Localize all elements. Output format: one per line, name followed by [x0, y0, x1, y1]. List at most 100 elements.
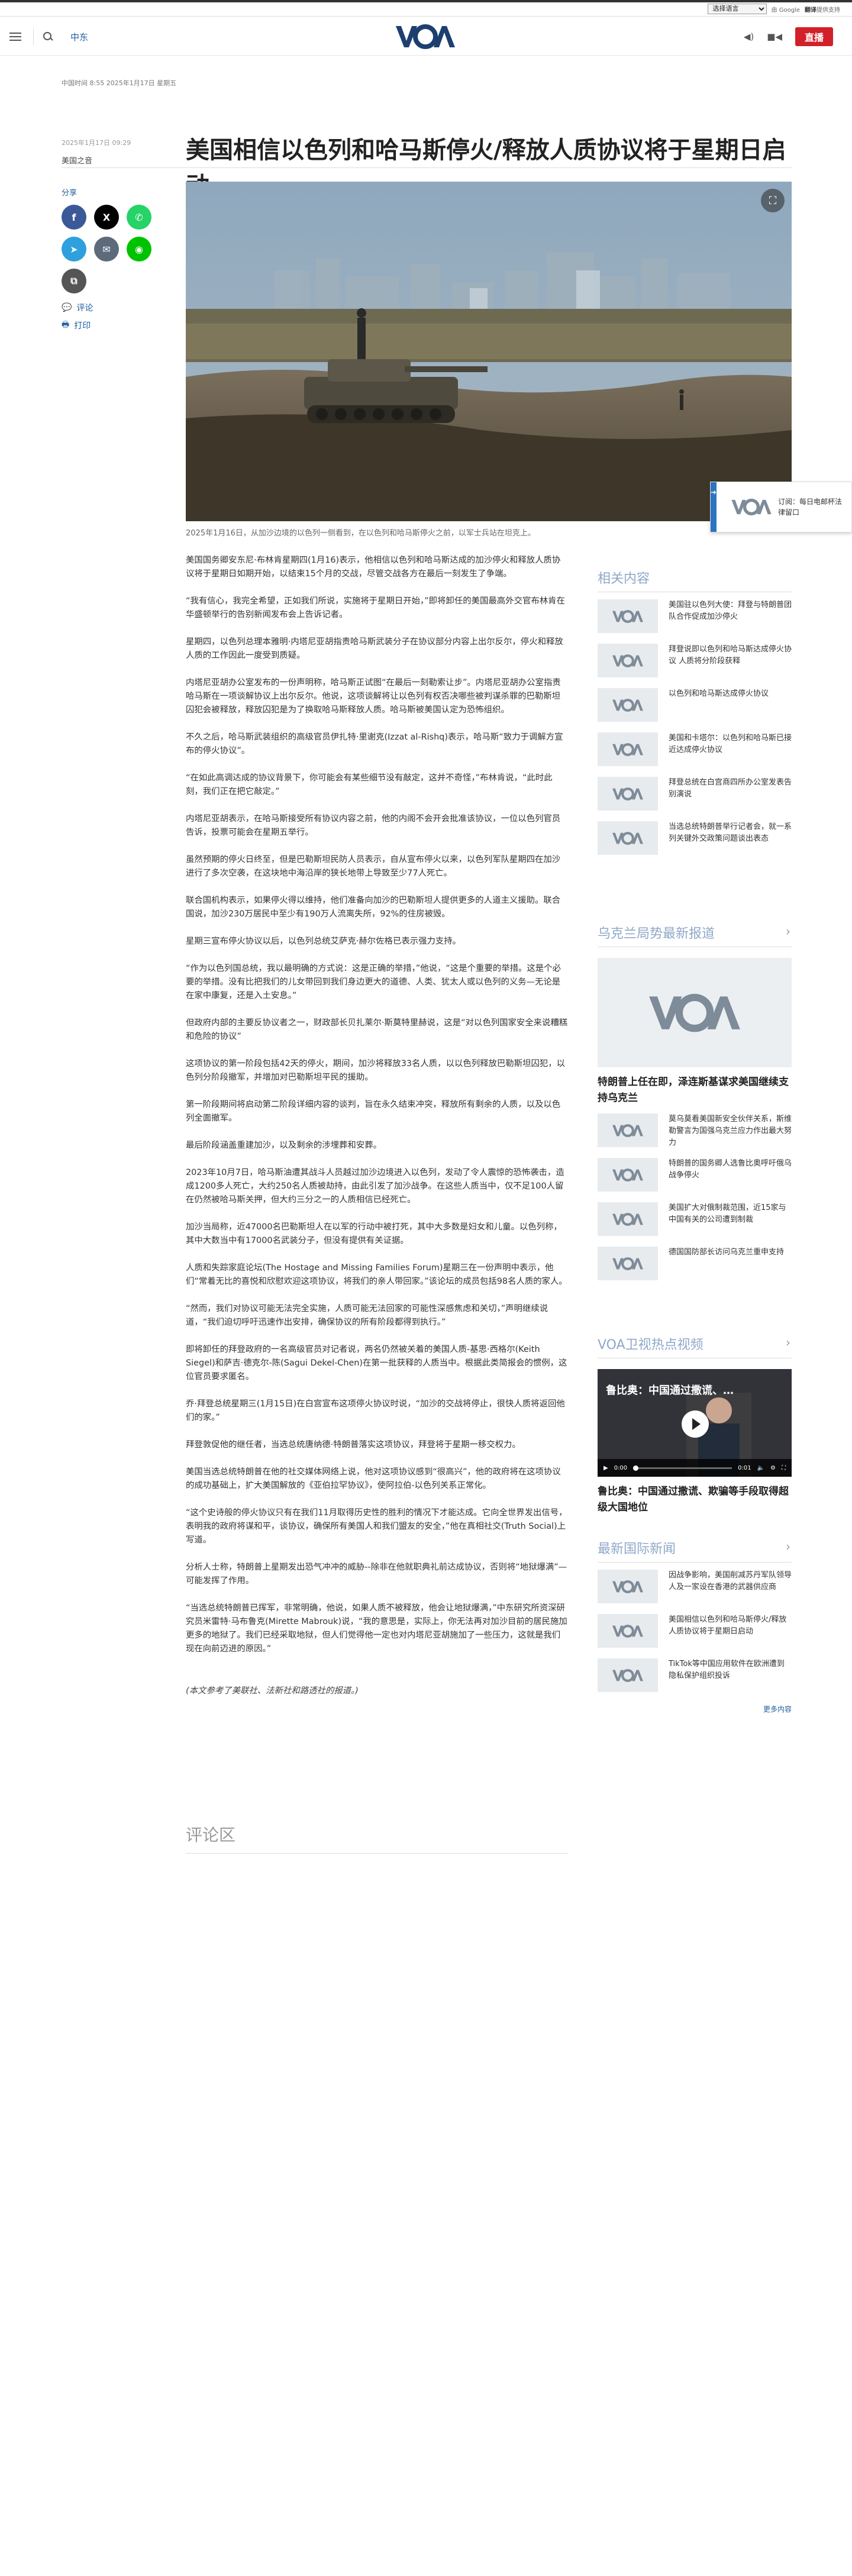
news-heading[interactable]: 最新国际新闻 ›: [598, 1538, 792, 1563]
sidebar-item-title[interactable]: 美国扩大对俄制裁范围，近15家与中国有关的公司遭到制裁: [669, 1202, 792, 1226]
header-divider: [33, 28, 34, 45]
share-row: ➤ ✉ ◉: [62, 237, 156, 262]
sidebar-item-title[interactable]: TikTok等中国应用软件在欧洲遭到隐私保护组织投诉: [669, 1658, 792, 1682]
sidebar-item-title[interactable]: 因战争影响，美国削减苏丹军队领导人及一家设在香港的武器供应商: [669, 1570, 792, 1593]
sidebar-thumbnail[interactable]: [598, 1570, 658, 1603]
sidebar-item[interactable]: 拜登说即以色列和哈马斯达成停火协议 人质将分阶段获释: [598, 644, 792, 681]
play-icon[interactable]: [682, 1410, 709, 1438]
sidebar-thumbnail[interactable]: [598, 688, 658, 722]
sidebar-item-title[interactable]: 美国和卡塔尔：以色列和哈马斯已接近达成停火协议: [669, 732, 792, 756]
sidebar-thumbnail[interactable]: [598, 732, 658, 766]
share-row: f X ✆: [62, 205, 156, 230]
facebook-icon[interactable]: f: [62, 205, 86, 230]
sidebar-thumbnail[interactable]: [598, 1658, 658, 1692]
sidebar-thumbnail[interactable]: [598, 777, 658, 811]
sidebar-item[interactable]: 德国国防部长访问乌克兰重申支持: [598, 1247, 792, 1284]
author[interactable]: 美国之音: [62, 154, 92, 166]
video-player-title: 鲁比奥：中国通过撒谎、…: [606, 1384, 734, 1397]
menu-icon[interactable]: [8, 31, 22, 43]
related-section: 相关内容 美国驻以色列大使：拜登与特朗普团队合作促成加沙停火 拜登说即以色列和哈马…: [598, 568, 792, 858]
telegram-icon[interactable]: ➤: [62, 237, 86, 262]
chevron-right-icon[interactable]: ›: [786, 924, 790, 938]
body-paragraph: 星期四，以色列总理本雅明·内塔尼亚胡指责哈马斯武装分子在协议部分内容上出尔反尔，…: [186, 637, 563, 660]
sidebar-item-title[interactable]: 拜登说即以色列和哈马斯达成停火协议 人质将分阶段获释: [669, 644, 792, 667]
translate-label: 翻译: [805, 7, 816, 14]
feature-title[interactable]: 特朗普上任在即，泽连斯基谋求美国继续支持乌克兰: [598, 1074, 792, 1106]
sidebar-item[interactable]: 特朗普的国务卿人选鲁比奥呼吁俄乌战争停火: [598, 1158, 792, 1195]
sidebar-thumbnail[interactable]: [598, 1202, 658, 1236]
sidebar-thumbnail[interactable]: [598, 821, 658, 855]
sidebar-item-title[interactable]: 当选总统特朗普举行记者会，就一系列关键外交政策问题谈出表态: [669, 821, 792, 845]
chevron-right-icon[interactable]: ›: [786, 1335, 790, 1350]
sidebar-item-title[interactable]: 美国驻以色列大使：拜登与特朗普团队合作促成加沙停火: [669, 599, 792, 623]
print-link[interactable]: 🖶 打印: [62, 318, 156, 333]
copy-link-icon[interactable]: ⧉: [62, 269, 86, 293]
sidebar-item-title[interactable]: 美国相信以色列和哈马斯停火/释放人质协议将于星期日启动: [669, 1614, 792, 1638]
sidebar-thumbnail[interactable]: [598, 1158, 658, 1192]
section-link[interactable]: 中东: [70, 31, 88, 43]
video-progress[interactable]: [633, 1465, 732, 1471]
sidebar-item[interactable]: 美国扩大对俄制裁范围，近15家与中国有关的公司遭到制裁: [598, 1202, 792, 1239]
sidebar-thumbnail[interactable]: [598, 599, 658, 633]
play-small-icon[interactable]: ▶: [604, 1465, 608, 1471]
sidebar-item-title[interactable]: 以色列和哈马斯达成停火协议: [669, 688, 769, 700]
voa-logo[interactable]: [395, 24, 456, 50]
sidebar-thumbnail[interactable]: [598, 1113, 658, 1147]
feature-thumbnail[interactable]: [598, 958, 792, 1067]
sidebar-thumbnail[interactable]: [598, 1247, 658, 1280]
sidebar-item[interactable]: TikTok等中国应用软件在欧洲遭到隐私保护组织投诉: [598, 1658, 792, 1696]
x-icon[interactable]: X: [94, 205, 119, 230]
share-label: 分享: [62, 189, 78, 198]
sidebar-item[interactable]: 美国和卡塔尔：以色列和哈马斯已接近达成停火协议: [598, 732, 792, 770]
comments-link[interactable]: 💬 评论: [62, 302, 156, 314]
video-heading[interactable]: VOA卫视热点视频 ›: [598, 1334, 792, 1358]
search-icon[interactable]: [42, 31, 54, 43]
ukraine-heading[interactable]: 乌克兰局势最新报道 ›: [598, 923, 792, 947]
sidebar-item[interactable]: 拜登总统在白宫商四所办公室发表告别演说: [598, 777, 792, 814]
video-time: 0:00: [614, 1464, 628, 1471]
image-caption: 2025年1月16日，从加沙边境的以色列一侧看到，在以色列和哈马斯停火之前，以军…: [186, 529, 535, 538]
voa-placeholder-logo: [612, 609, 643, 623]
sidebar-item[interactable]: 当选总统特朗普举行记者会，就一系列关键外交政策问题谈出表态: [598, 821, 792, 858]
chevron-right-icon[interactable]: ›: [786, 1539, 790, 1554]
sidebar-item[interactable]: 因战争影响，美国削减苏丹军队领导人及一家设在香港的武器供应商: [598, 1570, 792, 1607]
sidebar-item[interactable]: 美国相信以色列和哈马斯停火/释放人质协议将于星期日启动: [598, 1614, 792, 1651]
video-title[interactable]: 鲁比奥：中国通过撒谎、欺骗等手段取得超级大国地位: [598, 1484, 792, 1516]
settings-icon[interactable]: ⚙: [770, 1465, 776, 1471]
body-paragraph: 虽然预期的停火日终至，但是巴勒斯坦民防人员表示，自从宣布停火以来，以色列军队星期…: [186, 855, 561, 878]
translate-controls: 选择语言 由 Google 翻译提供支持: [707, 4, 840, 14]
sidebar-item[interactable]: 以色列和哈马斯达成停火协议: [598, 688, 792, 725]
body-paragraph: 联合国机构表示，如果停火得以维持，他们准备向加沙的巴勒斯坦人提供更多的人道主义援…: [186, 896, 561, 919]
voa-placeholder-logo: [612, 1580, 643, 1593]
sidebar-thumbnail[interactable]: [598, 644, 658, 677]
sidebar-item-title[interactable]: 拜登总统在白宫商四所办公室发表告别演说: [669, 777, 792, 800]
audio-icon[interactable]: ◀︎): [744, 31, 754, 42]
newsletter-promo[interactable]: ➜ 订阅：每日电邮杯法律留口: [710, 482, 852, 532]
fullscreen-icon[interactable]: ⛶: [782, 1465, 786, 1471]
ukraine-section: 乌克兰局势最新报道 › 特朗普上任在即，泽连斯基谋求美国继续支持乌克兰 莫乌莫看美…: [598, 923, 792, 1284]
body-paragraph: 即将卸任的拜登政府的一名高级官员对记者说，两名仍然被关着的美国人质-基思·西格尔…: [186, 1345, 567, 1381]
sidebar-thumbnail[interactable]: [598, 1614, 658, 1648]
line-icon[interactable]: ◉: [127, 237, 151, 262]
body-paragraph: 美国当选总统特朗普在他的社交媒体网络上说，他对这项协议感到“很高兴”，他的政府将…: [186, 1467, 561, 1490]
email-icon[interactable]: ✉: [94, 237, 119, 262]
volume-icon[interactable]: 🔈: [757, 1465, 764, 1471]
live-button[interactable]: 直播: [795, 27, 833, 46]
sidebar-item-title[interactable]: 德国国防部长访问乌克兰重申支持: [669, 1247, 784, 1258]
more-link[interactable]: 更多内容: [598, 1704, 792, 1714]
header-left: 中东: [8, 28, 88, 45]
progress-handle[interactable]: [633, 1465, 639, 1471]
expand-icon[interactable]: ⛶: [761, 189, 785, 212]
sidebar-item-title[interactable]: 特朗普的国务卿人选鲁比奥呼吁俄乌战争停火: [669, 1158, 792, 1182]
whatsapp-icon[interactable]: ✆: [127, 205, 151, 230]
news-heading-text: 最新国际新闻: [598, 1542, 676, 1557]
sidebar-item[interactable]: 美国驻以色列大使：拜登与特朗普团队合作促成加沙停火: [598, 599, 792, 637]
video-player[interactable]: 鲁比奥：中国通过撒谎、… ▶ 0:00 0:01 🔈 ⚙ ⛶: [598, 1369, 792, 1477]
arrow-right-icon[interactable]: ➜: [709, 488, 718, 496]
video-icon[interactable]: ■◀: [767, 31, 782, 42]
body-paragraph: 最后阶段涵盖重建加沙，以及剩余的涉埋葬和安葬。: [186, 1141, 382, 1150]
sidebar-item[interactable]: 莫乌莫看美国新安全伙伴关系，斯维勒警言为国强乌克兰应力作出最大努力: [598, 1113, 792, 1151]
header-right: ◀︎) ■◀ 直播: [744, 27, 833, 46]
language-select[interactable]: 选择语言: [707, 4, 767, 14]
sidebar-item-title[interactable]: 莫乌莫看美国新安全伙伴关系，斯维勒警言为国强乌克兰应力作出最大努力: [669, 1113, 792, 1149]
